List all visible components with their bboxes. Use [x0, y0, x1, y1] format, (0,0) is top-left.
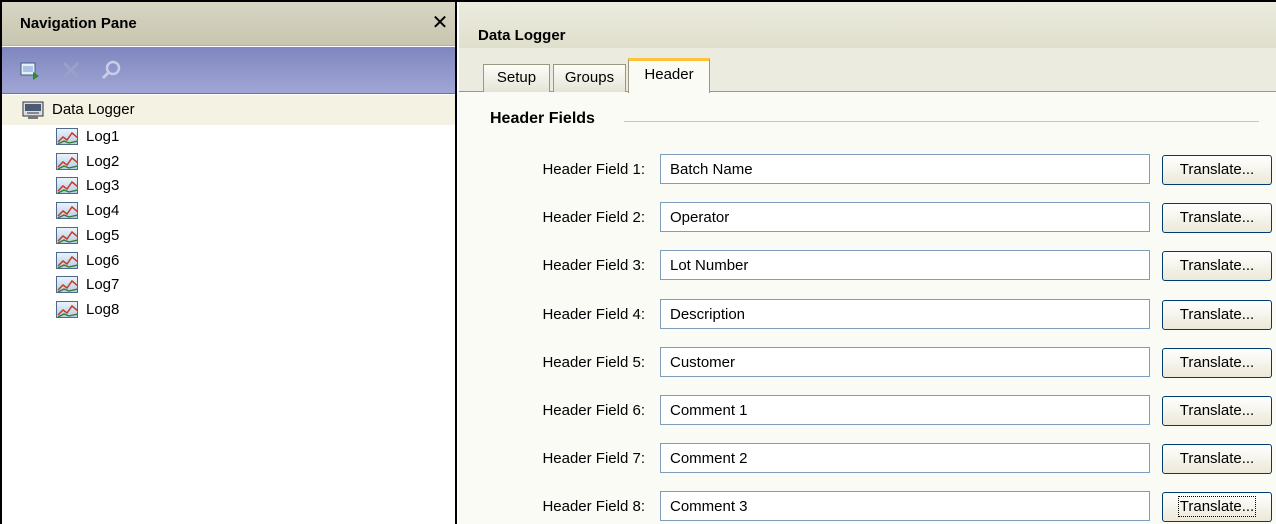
application-window: Navigation Pane ✕ Data Logger Log1 Log2 … — [0, 0, 1276, 524]
header-field-row-4: Header Field 4: Translate... — [459, 299, 1276, 331]
tree-item-label: Log4 — [86, 202, 120, 219]
new-item-icon[interactable] — [19, 59, 41, 81]
header-field-label: Header Field 3: — [542, 257, 645, 274]
translate-button-label: Translate... — [1179, 209, 1255, 226]
tree-item-label: Log8 — [86, 301, 120, 318]
header-field-4-input[interactable] — [661, 300, 1149, 328]
header-field-6-input[interactable] — [661, 396, 1149, 424]
log-icon — [56, 301, 78, 318]
log-icon — [56, 227, 78, 244]
header-field-3-input-box[interactable] — [660, 250, 1150, 280]
header-field-row-2: Header Field 2: Translate... — [459, 202, 1276, 234]
tree-root-row[interactable]: Data Logger — [2, 95, 455, 125]
header-field-row-5: Header Field 5: Translate... — [459, 347, 1276, 379]
tree-item-label: Data Logger — [52, 101, 135, 118]
header-field-8-input[interactable] — [661, 492, 1149, 520]
header-tab-content: Header Fields Header Field 1: Translate.… — [459, 92, 1276, 524]
navigation-pane-header: Navigation Pane ✕ — [2, 2, 455, 46]
translate-button-label: Translate... — [1179, 354, 1255, 371]
navigation-toolbar — [2, 47, 455, 94]
header-field-5-input[interactable] — [661, 348, 1149, 376]
translate-button-label: Translate... — [1177, 496, 1257, 517]
section-divider — [624, 121, 1259, 122]
translate-button-6[interactable]: Translate... — [1162, 396, 1272, 426]
main-panel-header: Data Logger — [459, 2, 1276, 48]
header-field-label: Header Field 2: — [542, 209, 645, 226]
translate-button-7[interactable]: Translate... — [1162, 444, 1272, 474]
header-field-7-input[interactable] — [661, 444, 1149, 472]
tree-item-label: Log3 — [86, 177, 120, 194]
header-field-label: Header Field 8: — [542, 498, 645, 515]
tree-item-label: Log1 — [86, 128, 120, 145]
find-icon[interactable] — [100, 59, 122, 81]
tree-item-label: Log2 — [86, 153, 120, 170]
tab-header[interactable]: Header — [628, 58, 710, 93]
translate-button-label: Translate... — [1179, 161, 1255, 178]
tab-strip: Setup Groups Header — [459, 48, 1276, 93]
delete-icon[interactable] — [60, 59, 82, 81]
translate-button-label: Translate... — [1179, 306, 1255, 323]
tree-item-label: Log6 — [86, 252, 120, 269]
translate-button-label: Translate... — [1179, 257, 1255, 274]
translate-button-3[interactable]: Translate... — [1162, 251, 1272, 281]
header-field-7-input-box[interactable] — [660, 443, 1150, 473]
navigation-pane: Navigation Pane ✕ Data Logger Log1 Log2 … — [2, 2, 457, 524]
translate-button-2[interactable]: Translate... — [1162, 203, 1272, 233]
data-logger-icon — [22, 101, 46, 121]
header-field-6-input-box[interactable] — [660, 395, 1150, 425]
translate-button-5[interactable]: Translate... — [1162, 348, 1272, 378]
log-icon — [56, 202, 78, 219]
header-field-label: Header Field 5: — [542, 354, 645, 371]
header-field-4-input-box[interactable] — [660, 299, 1150, 329]
translate-button-8[interactable]: Translate... — [1162, 492, 1272, 522]
header-field-5-input-box[interactable] — [660, 347, 1150, 377]
header-field-1-input[interactable] — [661, 155, 1149, 183]
close-icon[interactable]: ✕ — [430, 13, 450, 33]
header-field-label: Header Field 4: — [542, 306, 645, 323]
header-field-row-8: Header Field 8: Translate... — [459, 491, 1276, 523]
header-field-3-input[interactable] — [661, 251, 1149, 279]
header-field-1-input-box[interactable] — [660, 154, 1150, 184]
main-panel: Data Logger Setup Groups Header Header F… — [459, 2, 1276, 524]
log-icon — [56, 276, 78, 293]
header-field-label: Header Field 1: — [542, 161, 645, 178]
translate-button-4[interactable]: Translate... — [1162, 300, 1272, 330]
header-field-row-3: Header Field 3: Translate... — [459, 250, 1276, 282]
translate-button-label: Translate... — [1179, 450, 1255, 467]
header-field-label: Header Field 7: — [542, 450, 645, 467]
tab-groups[interactable]: Groups — [553, 64, 626, 92]
translate-button-1[interactable]: Translate... — [1162, 155, 1272, 185]
translate-button-label: Translate... — [1179, 402, 1255, 419]
header-field-8-input-box[interactable] — [660, 491, 1150, 521]
header-field-row-7: Header Field 7: Translate... — [459, 443, 1276, 475]
log-icon — [56, 153, 78, 170]
header-field-2-input-box[interactable] — [660, 202, 1150, 232]
tree-item-label: Log7 — [86, 276, 120, 293]
navigation-pane-title: Navigation Pane — [20, 15, 137, 32]
header-field-row-6: Header Field 6: Translate... — [459, 395, 1276, 427]
header-field-2-input[interactable] — [661, 203, 1149, 231]
tree-item-label: Log5 — [86, 227, 120, 244]
header-field-label: Header Field 6: — [542, 402, 645, 419]
page-title: Data Logger — [478, 27, 566, 44]
tab-setup[interactable]: Setup — [483, 64, 550, 92]
log-icon — [56, 128, 78, 145]
log-icon — [56, 252, 78, 269]
log-icon — [56, 177, 78, 194]
section-title: Header Fields — [490, 110, 605, 128]
header-field-row-1: Header Field 1: Translate... — [459, 154, 1276, 186]
